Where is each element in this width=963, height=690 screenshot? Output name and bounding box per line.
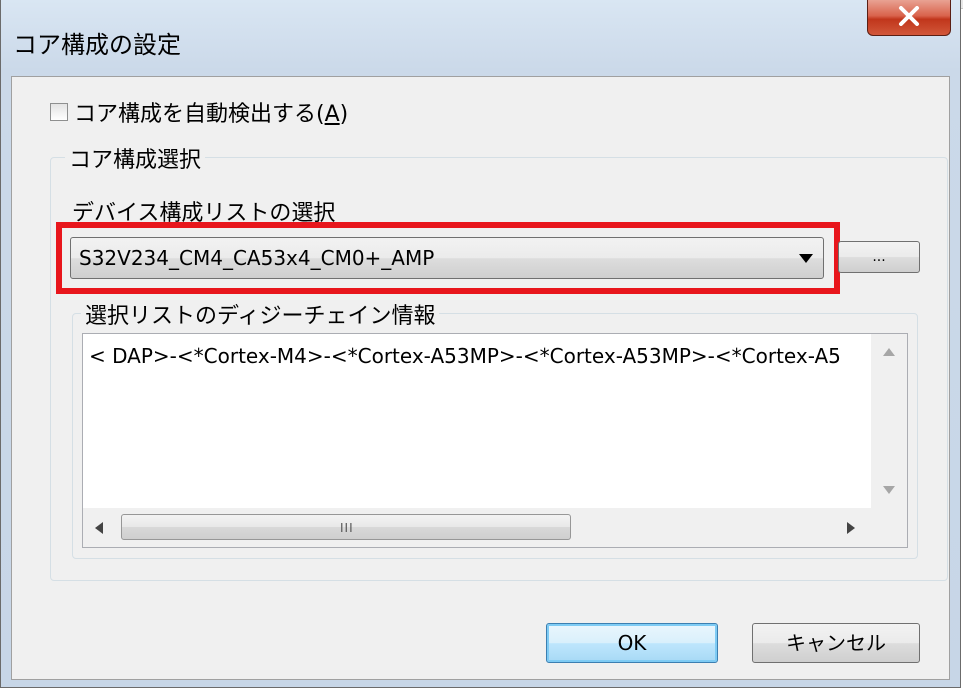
vertical-scrollbar[interactable] [871, 334, 907, 508]
highlight-box [56, 222, 840, 294]
auto-detect-label[interactable]: コア構成を自動検出する(A) [74, 96, 348, 128]
scrollbar-corner [871, 508, 907, 547]
ok-button[interactable]: OK [546, 623, 718, 663]
daisy-chain-text: < DAP>-<*Cortex-M4>-<*Cortex-A53MP>-<*Co… [89, 344, 841, 368]
dialog-client-area: コア構成を自動検出する(A) コア構成選択 デバイス構成リストの選択 S32V2… [11, 76, 950, 680]
scroll-down-icon[interactable] [883, 486, 895, 494]
daisy-chain-group-legend: 選択リストのディジーチェイン情報 [81, 298, 440, 330]
scroll-grip: III [340, 521, 354, 535]
close-button[interactable] [867, 0, 951, 36]
scroll-up-icon[interactable] [883, 348, 895, 356]
close-icon [899, 6, 919, 26]
browse-button[interactable]: ... [838, 241, 920, 273]
horizontal-scrollbar[interactable]: III [83, 508, 871, 547]
auto-detect-checkbox[interactable] [50, 103, 68, 121]
title-bar[interactable]: コア構成の設定 [1, 6, 962, 78]
window-title: コア構成の設定 [13, 31, 181, 59]
cancel-button[interactable]: キャンセル [752, 623, 920, 663]
scroll-right-icon[interactable] [847, 522, 855, 534]
horizontal-scroll-thumb[interactable]: III [121, 514, 571, 540]
scroll-left-icon[interactable] [95, 522, 103, 534]
dialog-window: コア構成の設定 コア構成を自動検出する(A) コア構成選択 デバイス構成リストの… [0, 0, 961, 688]
core-config-group-legend: コア構成選択 [65, 142, 206, 174]
daisy-chain-listbox[interactable]: < DAP>-<*Cortex-M4>-<*Cortex-A53MP>-<*Co… [82, 333, 908, 548]
auto-detect-row[interactable]: コア構成を自動検出する(A) [50, 97, 348, 127]
